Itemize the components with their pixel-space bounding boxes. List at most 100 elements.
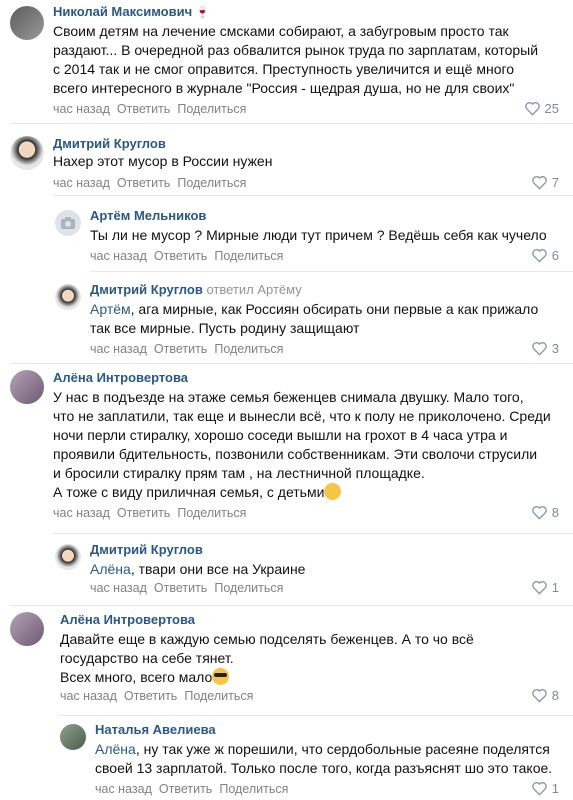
avatar[interactable] <box>55 284 81 310</box>
timestamp[interactable]: час назад <box>60 689 117 703</box>
like-button[interactable]: 7 <box>531 175 559 190</box>
comment-text-line: с 2014 так и не смог оправится. Преступн… <box>53 61 515 77</box>
comment-text-line: Давайте еще в каждую семью подселять беж… <box>60 631 474 647</box>
share-button[interactable]: Поделиться <box>214 342 283 356</box>
comment-author[interactable]: Дмитрий Круглов <box>53 136 166 151</box>
timestamp[interactable]: час назад <box>95 782 152 796</box>
like-button[interactable]: 3 <box>531 341 559 356</box>
heart-icon <box>531 689 547 703</box>
like-button[interactable]: 8 <box>531 688 559 703</box>
like-count: 1 <box>551 781 559 796</box>
heart-icon <box>531 249 547 263</box>
comment-author[interactable]: Наталья Авелиева <box>95 722 216 737</box>
avatar[interactable] <box>55 544 81 570</box>
like-count: 3 <box>551 341 559 356</box>
like-count: 1 <box>551 580 559 595</box>
reply-button[interactable]: Ответить <box>154 581 207 595</box>
share-button[interactable]: Поделиться <box>177 102 246 116</box>
like-button[interactable]: 25 <box>524 101 559 116</box>
heart-icon <box>531 782 547 796</box>
share-button[interactable]: Поделиться <box>214 581 283 595</box>
comment-text-line: государство на себе тянет. <box>60 650 234 666</box>
avatar[interactable] <box>10 370 44 404</box>
reply-button[interactable]: Ответить <box>154 342 207 356</box>
like-button[interactable]: 1 <box>531 580 559 595</box>
comment-text-line: Алёна, ну так уже ж порешили, что сердоб… <box>95 740 559 759</box>
avatar[interactable] <box>60 724 86 750</box>
timestamp[interactable]: час назад <box>53 506 110 520</box>
timestamp[interactable]: час назад <box>53 176 110 190</box>
mention-link[interactable]: Артём <box>90 301 131 317</box>
comment-text-line: раздают... В очередной раз обвалится рын… <box>53 42 539 58</box>
comment-text: Артём, ага мирные, как Россиян обсирать … <box>90 300 559 338</box>
relieved-face-icon <box>324 483 342 500</box>
comment-text-line: Своим детям на лечение смсками собирают,… <box>53 23 509 39</box>
comment-text: Алёна, твари они все на Украине <box>90 560 559 579</box>
comment-text-segment: , твари они все на Украине <box>130 561 306 577</box>
reply-comment: Дмитрий Круглов ответил Артёму Артём, аг… <box>0 272 573 364</box>
comment-author[interactable]: Дмитрий Круглов ответил Артёму <box>90 282 302 297</box>
reply-button[interactable]: Ответить <box>117 102 170 116</box>
comment-text: Давайте еще в каждую семью подселять беж… <box>60 630 559 687</box>
replied-to-label[interactable]: ответил Артёму <box>206 282 301 297</box>
reply-comment: Наталья Авелиева Алёна, ну так уже ж пор… <box>0 716 573 800</box>
comment-text: Нахер этот мусор в России нужен <box>53 152 559 171</box>
comment-text-segment: Всех много, всего мало <box>60 669 213 685</box>
mention-link[interactable]: Алёна <box>90 561 131 577</box>
timestamp[interactable]: час назад <box>53 102 110 116</box>
comment-text: Своим детям на лечение смсками собирают,… <box>53 22 559 98</box>
comment-text: Ты ли не мусор ? Мирные люди тут причем … <box>90 226 559 245</box>
comment-author[interactable]: Николай Максимович 🍷 <box>53 4 209 19</box>
like-button[interactable]: 8 <box>531 505 559 520</box>
timestamp[interactable]: час назад <box>90 342 147 356</box>
timestamp[interactable]: час назад <box>90 581 147 595</box>
comment-text: Алёна, ну так уже ж порешили, что сердоб… <box>95 740 559 778</box>
comment: Алёна Интровертова Давайте еще в каждую … <box>0 606 573 716</box>
comment-author[interactable]: Алёна Интровертова <box>53 370 188 385</box>
like-button[interactable]: 6 <box>531 248 559 263</box>
avatar[interactable] <box>10 6 44 40</box>
reply-button[interactable]: Ответить <box>124 689 177 703</box>
avatar[interactable] <box>55 210 81 236</box>
reply-button[interactable]: Ответить <box>159 782 212 796</box>
like-count: 8 <box>551 505 559 520</box>
comment-text-line: и бросили стиралку прям там , на лестнич… <box>53 465 425 481</box>
mention-link[interactable]: Алёна <box>95 741 136 757</box>
comment-text-segment: , ага мирные, как Россиян обсирать они п… <box>130 301 539 317</box>
comment-meta: час назад Ответить Поделиться <box>90 249 290 263</box>
wine-glass-icon: 🍷 <box>195 7 210 19</box>
share-button[interactable]: Поделиться <box>177 176 246 190</box>
reply-comment: Дмитрий Круглов Алёна, твари они все на … <box>0 534 573 606</box>
comment-text-line: У нас в подъезде на этаже семья беженцев… <box>53 389 524 405</box>
like-button[interactable]: 1 <box>531 781 559 796</box>
like-count: 8 <box>551 688 559 703</box>
heart-icon <box>531 176 547 190</box>
like-count: 25 <box>544 101 559 116</box>
author-name[interactable]: Дмитрий Круглов <box>90 282 203 297</box>
comment-author[interactable]: Артём Мельников <box>90 208 206 223</box>
comment-author[interactable]: Дмитрий Круглов <box>90 542 203 557</box>
share-button[interactable]: Поделиться <box>177 506 246 520</box>
avatar[interactable] <box>10 612 44 646</box>
comment-text-segment: , ну так уже ж порешили, что сердобольны… <box>135 741 550 757</box>
share-button[interactable]: Поделиться <box>214 249 283 263</box>
reply-button[interactable]: Ответить <box>154 249 207 263</box>
comment-text-segment: А тоже с виду приличная семья, с детьми <box>53 484 325 500</box>
share-button[interactable]: Поделиться <box>184 689 253 703</box>
comment: Дмитрий Круглов Нахер этот мусор в Росси… <box>0 124 573 196</box>
comment-author[interactable]: Алёна Интровертова <box>60 612 195 627</box>
avatar[interactable] <box>10 136 44 170</box>
author-name[interactable]: Николай Максимович <box>53 4 192 19</box>
heart-icon <box>531 506 547 520</box>
comment-text-line: А тоже с виду приличная семья, с детьми <box>53 483 559 502</box>
comment-meta: час назад Ответить Поделиться <box>90 342 290 356</box>
comment-meta: час назад Ответить Поделиться <box>95 782 295 796</box>
reply-button[interactable]: Ответить <box>117 176 170 190</box>
comment-meta: час назад Ответить Поделиться <box>53 176 253 190</box>
share-button[interactable]: Поделиться <box>219 782 288 796</box>
comment-meta: час назад Ответить Поделиться <box>60 689 260 703</box>
comment-text-line: Ты ли не мусор ? Мирные люди тут причем … <box>90 227 547 243</box>
reply-button[interactable]: Ответить <box>117 506 170 520</box>
timestamp[interactable]: час назад <box>90 249 147 263</box>
comment-meta: час назад Ответить Поделиться <box>53 506 253 520</box>
